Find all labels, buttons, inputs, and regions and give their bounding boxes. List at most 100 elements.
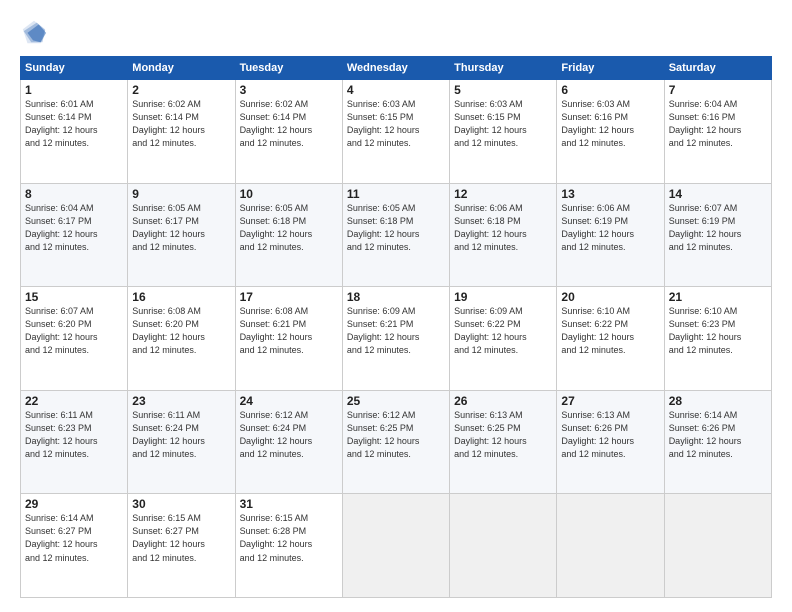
day-number: 1 [25, 83, 123, 97]
day-info: Sunrise: 6:03 AM Sunset: 6:15 PM Dayligh… [347, 98, 445, 150]
day-info: Sunrise: 6:10 AM Sunset: 6:23 PM Dayligh… [669, 305, 767, 357]
day-info: Sunrise: 6:06 AM Sunset: 6:19 PM Dayligh… [561, 202, 659, 254]
calendar-cell: 5Sunrise: 6:03 AM Sunset: 6:15 PM Daylig… [450, 80, 557, 184]
calendar-header-tuesday: Tuesday [235, 57, 342, 80]
day-info: Sunrise: 6:12 AM Sunset: 6:25 PM Dayligh… [347, 409, 445, 461]
calendar-cell: 18Sunrise: 6:09 AM Sunset: 6:21 PM Dayli… [342, 287, 449, 391]
calendar-cell: 19Sunrise: 6:09 AM Sunset: 6:22 PM Dayli… [450, 287, 557, 391]
day-number: 23 [132, 394, 230, 408]
calendar-cell: 29Sunrise: 6:14 AM Sunset: 6:27 PM Dayli… [21, 494, 128, 598]
day-info: Sunrise: 6:05 AM Sunset: 6:18 PM Dayligh… [240, 202, 338, 254]
day-info: Sunrise: 6:12 AM Sunset: 6:24 PM Dayligh… [240, 409, 338, 461]
logo [20, 18, 52, 46]
calendar-cell [450, 494, 557, 598]
day-info: Sunrise: 6:09 AM Sunset: 6:21 PM Dayligh… [347, 305, 445, 357]
day-number: 31 [240, 497, 338, 511]
logo-icon [20, 18, 48, 46]
day-number: 20 [561, 290, 659, 304]
calendar-cell: 9Sunrise: 6:05 AM Sunset: 6:17 PM Daylig… [128, 183, 235, 287]
calendar-cell [557, 494, 664, 598]
day-number: 9 [132, 187, 230, 201]
calendar-cell: 23Sunrise: 6:11 AM Sunset: 6:24 PM Dayli… [128, 390, 235, 494]
day-info: Sunrise: 6:07 AM Sunset: 6:20 PM Dayligh… [25, 305, 123, 357]
day-number: 14 [669, 187, 767, 201]
page: SundayMondayTuesdayWednesdayThursdayFrid… [0, 0, 792, 612]
calendar-week-row: 29Sunrise: 6:14 AM Sunset: 6:27 PM Dayli… [21, 494, 772, 598]
calendar-header-saturday: Saturday [664, 57, 771, 80]
day-number: 30 [132, 497, 230, 511]
day-number: 18 [347, 290, 445, 304]
day-number: 21 [669, 290, 767, 304]
calendar-cell: 25Sunrise: 6:12 AM Sunset: 6:25 PM Dayli… [342, 390, 449, 494]
calendar-cell: 15Sunrise: 6:07 AM Sunset: 6:20 PM Dayli… [21, 287, 128, 391]
header [20, 18, 772, 46]
calendar-header-row: SundayMondayTuesdayWednesdayThursdayFrid… [21, 57, 772, 80]
day-info: Sunrise: 6:03 AM Sunset: 6:15 PM Dayligh… [454, 98, 552, 150]
calendar: SundayMondayTuesdayWednesdayThursdayFrid… [20, 56, 772, 598]
calendar-cell: 14Sunrise: 6:07 AM Sunset: 6:19 PM Dayli… [664, 183, 771, 287]
day-info: Sunrise: 6:04 AM Sunset: 6:17 PM Dayligh… [25, 202, 123, 254]
day-info: Sunrise: 6:10 AM Sunset: 6:22 PM Dayligh… [561, 305, 659, 357]
calendar-cell: 2Sunrise: 6:02 AM Sunset: 6:14 PM Daylig… [128, 80, 235, 184]
day-number: 7 [669, 83, 767, 97]
calendar-week-row: 15Sunrise: 6:07 AM Sunset: 6:20 PM Dayli… [21, 287, 772, 391]
day-number: 29 [25, 497, 123, 511]
day-number: 27 [561, 394, 659, 408]
day-info: Sunrise: 6:02 AM Sunset: 6:14 PM Dayligh… [132, 98, 230, 150]
day-number: 17 [240, 290, 338, 304]
calendar-cell: 24Sunrise: 6:12 AM Sunset: 6:24 PM Dayli… [235, 390, 342, 494]
calendar-cell: 30Sunrise: 6:15 AM Sunset: 6:27 PM Dayli… [128, 494, 235, 598]
day-info: Sunrise: 6:08 AM Sunset: 6:21 PM Dayligh… [240, 305, 338, 357]
day-info: Sunrise: 6:11 AM Sunset: 6:23 PM Dayligh… [25, 409, 123, 461]
calendar-week-row: 8Sunrise: 6:04 AM Sunset: 6:17 PM Daylig… [21, 183, 772, 287]
calendar-cell: 21Sunrise: 6:10 AM Sunset: 6:23 PM Dayli… [664, 287, 771, 391]
calendar-cell: 7Sunrise: 6:04 AM Sunset: 6:16 PM Daylig… [664, 80, 771, 184]
calendar-header-monday: Monday [128, 57, 235, 80]
day-info: Sunrise: 6:07 AM Sunset: 6:19 PM Dayligh… [669, 202, 767, 254]
calendar-header-sunday: Sunday [21, 57, 128, 80]
calendar-cell: 17Sunrise: 6:08 AM Sunset: 6:21 PM Dayli… [235, 287, 342, 391]
day-info: Sunrise: 6:11 AM Sunset: 6:24 PM Dayligh… [132, 409, 230, 461]
day-info: Sunrise: 6:13 AM Sunset: 6:25 PM Dayligh… [454, 409, 552, 461]
calendar-cell: 31Sunrise: 6:15 AM Sunset: 6:28 PM Dayli… [235, 494, 342, 598]
day-number: 3 [240, 83, 338, 97]
day-info: Sunrise: 6:05 AM Sunset: 6:17 PM Dayligh… [132, 202, 230, 254]
day-number: 25 [347, 394, 445, 408]
calendar-week-row: 22Sunrise: 6:11 AM Sunset: 6:23 PM Dayli… [21, 390, 772, 494]
day-number: 19 [454, 290, 552, 304]
day-number: 10 [240, 187, 338, 201]
calendar-cell: 3Sunrise: 6:02 AM Sunset: 6:14 PM Daylig… [235, 80, 342, 184]
calendar-cell: 12Sunrise: 6:06 AM Sunset: 6:18 PM Dayli… [450, 183, 557, 287]
day-number: 2 [132, 83, 230, 97]
day-number: 15 [25, 290, 123, 304]
day-info: Sunrise: 6:15 AM Sunset: 6:28 PM Dayligh… [240, 512, 338, 564]
day-number: 4 [347, 83, 445, 97]
calendar-cell: 11Sunrise: 6:05 AM Sunset: 6:18 PM Dayli… [342, 183, 449, 287]
calendar-cell: 4Sunrise: 6:03 AM Sunset: 6:15 PM Daylig… [342, 80, 449, 184]
calendar-header-thursday: Thursday [450, 57, 557, 80]
day-number: 13 [561, 187, 659, 201]
day-number: 11 [347, 187, 445, 201]
calendar-cell: 8Sunrise: 6:04 AM Sunset: 6:17 PM Daylig… [21, 183, 128, 287]
day-number: 22 [25, 394, 123, 408]
calendar-cell: 28Sunrise: 6:14 AM Sunset: 6:26 PM Dayli… [664, 390, 771, 494]
day-info: Sunrise: 6:01 AM Sunset: 6:14 PM Dayligh… [25, 98, 123, 150]
day-info: Sunrise: 6:08 AM Sunset: 6:20 PM Dayligh… [132, 305, 230, 357]
day-info: Sunrise: 6:14 AM Sunset: 6:26 PM Dayligh… [669, 409, 767, 461]
day-number: 28 [669, 394, 767, 408]
calendar-cell: 10Sunrise: 6:05 AM Sunset: 6:18 PM Dayli… [235, 183, 342, 287]
calendar-cell [342, 494, 449, 598]
day-number: 5 [454, 83, 552, 97]
calendar-week-row: 1Sunrise: 6:01 AM Sunset: 6:14 PM Daylig… [21, 80, 772, 184]
day-info: Sunrise: 6:13 AM Sunset: 6:26 PM Dayligh… [561, 409, 659, 461]
calendar-cell [664, 494, 771, 598]
day-number: 26 [454, 394, 552, 408]
calendar-cell: 13Sunrise: 6:06 AM Sunset: 6:19 PM Dayli… [557, 183, 664, 287]
calendar-cell: 22Sunrise: 6:11 AM Sunset: 6:23 PM Dayli… [21, 390, 128, 494]
calendar-cell: 6Sunrise: 6:03 AM Sunset: 6:16 PM Daylig… [557, 80, 664, 184]
day-info: Sunrise: 6:02 AM Sunset: 6:14 PM Dayligh… [240, 98, 338, 150]
calendar-cell: 1Sunrise: 6:01 AM Sunset: 6:14 PM Daylig… [21, 80, 128, 184]
day-number: 12 [454, 187, 552, 201]
day-info: Sunrise: 6:15 AM Sunset: 6:27 PM Dayligh… [132, 512, 230, 564]
day-number: 8 [25, 187, 123, 201]
